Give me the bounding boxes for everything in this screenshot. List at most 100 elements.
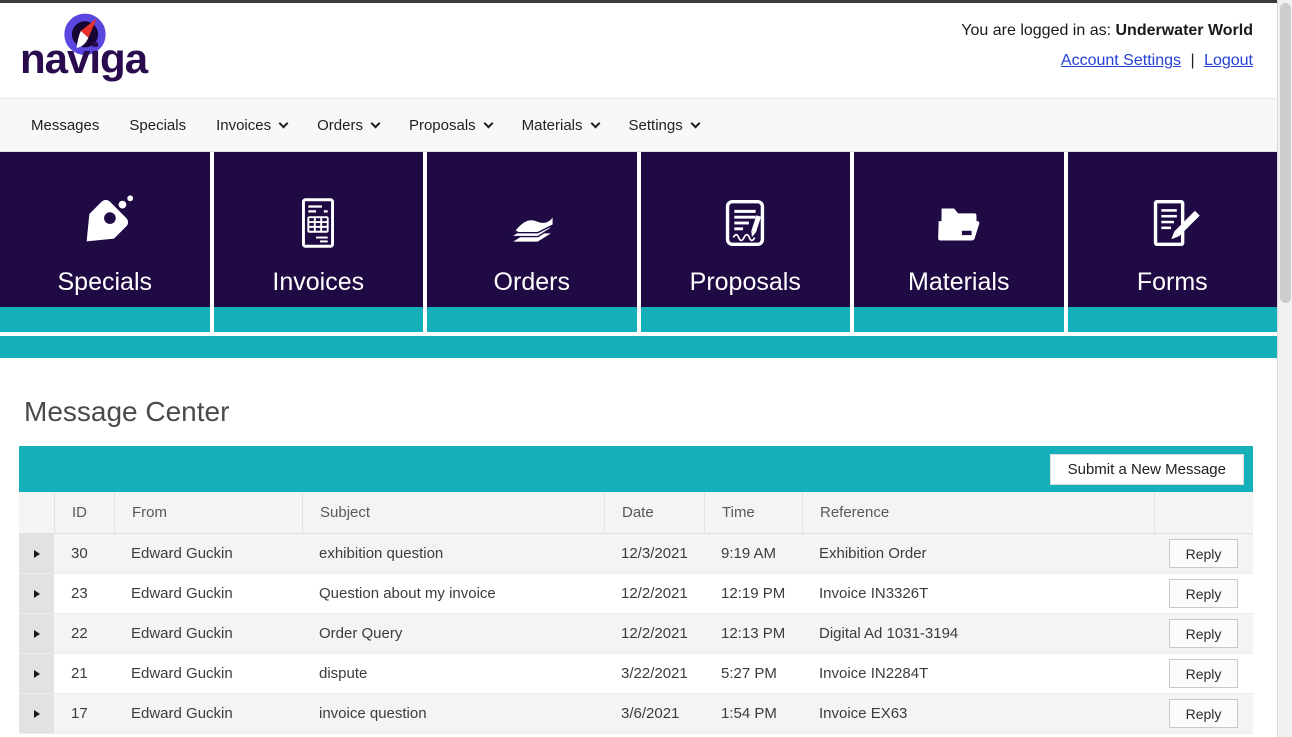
portal-page: naviga You are logged in as: Underwater … [0, 3, 1277, 734]
nav-item-label: Invoices [216, 117, 271, 134]
tile-label: Invoices [272, 268, 364, 307]
reply-button[interactable]: Reply [1169, 579, 1239, 608]
tile-invoices[interactable]: Invoices [214, 152, 424, 332]
message-center-section: Message Center Submit a New Message ID F… [19, 396, 1253, 734]
tile-label: Proposals [690, 268, 801, 307]
logo-wordmark: naviga [20, 35, 147, 83]
message-toolbar: Submit a New Message [19, 446, 1253, 492]
nav-item-label: Messages [31, 117, 99, 134]
tile-accent-strip [641, 307, 851, 332]
reply-button[interactable]: Reply [1169, 539, 1239, 568]
expand-row-button[interactable] [19, 654, 54, 693]
tile-label: Specials [58, 268, 153, 307]
message-row: 30 Edward Guckin exhibition question 12/… [19, 534, 1253, 574]
header-cell-subject[interactable]: Subject [302, 492, 604, 533]
quick-tiles: Specials Invoices Orders [0, 152, 1277, 332]
login-status-label: You are logged in as: [961, 22, 1111, 39]
nav-item-label: Specials [129, 117, 186, 134]
naviga-logo[interactable]: naviga [18, 5, 178, 98]
cell-reference: Exhibition Order [802, 534, 1154, 573]
header-cell-date[interactable]: Date [604, 492, 704, 533]
cell-subject: Question about my invoice [302, 574, 604, 613]
form-pencil-icon [1141, 192, 1203, 254]
nav-menu: Messages Specials Invoices Orders Propos… [0, 98, 1277, 152]
expand-row-button[interactable] [19, 534, 54, 573]
message-row: 17 Edward Guckin invoice question 3/6/20… [19, 694, 1253, 734]
cell-subject: exhibition question [302, 534, 604, 573]
tile-accent-strip [1068, 307, 1278, 332]
tile-materials[interactable]: Materials [854, 152, 1064, 332]
submit-new-message-button[interactable]: Submit a New Message [1050, 454, 1244, 485]
header-cell-time[interactable]: Time [704, 492, 802, 533]
nav-item-materials[interactable]: Materials [507, 99, 614, 151]
cell-time: 1:54 PM [704, 694, 802, 733]
scrollbar[interactable] [1277, 0, 1292, 737]
chevron-down-icon [371, 118, 381, 128]
chevron-down-icon [690, 118, 700, 128]
scrollbar-thumb[interactable] [1280, 3, 1291, 303]
login-info: You are logged in as: Underwater World A… [961, 17, 1253, 77]
nav-item-proposals[interactable]: Proposals [394, 99, 507, 151]
cell-date: 3/6/2021 [604, 694, 704, 733]
cell-date: 12/3/2021 [604, 534, 704, 573]
tile-specials[interactable]: Specials [0, 152, 210, 332]
cell-subject: dispute [302, 654, 604, 693]
messages-table: ID From Subject Date Time Reference 30 E… [19, 492, 1253, 734]
cell-subject: Order Query [302, 614, 604, 653]
expand-row-button[interactable] [19, 574, 54, 613]
message-row: 23 Edward Guckin Question about my invoi… [19, 574, 1253, 614]
header-cell-actions [1154, 492, 1253, 533]
chevron-down-icon [279, 118, 289, 128]
nav-item-label: Proposals [409, 117, 476, 134]
account-settings-link[interactable]: Account Settings [1061, 52, 1181, 69]
cell-id: 30 [54, 534, 114, 573]
cell-from: Edward Guckin [114, 614, 302, 653]
tag-icon [74, 192, 136, 254]
expand-arrow-icon [34, 590, 40, 598]
reply-button[interactable]: Reply [1169, 699, 1239, 728]
login-status: You are logged in as: Underwater World [961, 17, 1253, 45]
tile-forms[interactable]: Forms [1068, 152, 1278, 332]
nav-item-specials[interactable]: Specials [114, 99, 201, 151]
nav-item-messages[interactable]: Messages [16, 99, 114, 151]
header-cell-from[interactable]: From [114, 492, 302, 533]
cell-reference: Invoice IN2284T [802, 654, 1154, 693]
nav-item-label: Materials [522, 117, 583, 134]
login-user-name: Underwater World [1116, 22, 1254, 39]
tile-proposals[interactable]: Proposals [641, 152, 851, 332]
folder-icon [928, 192, 990, 254]
reply-button[interactable]: Reply [1169, 659, 1239, 688]
reply-button[interactable]: Reply [1169, 619, 1239, 648]
cell-date: 12/2/2021 [604, 614, 704, 653]
expand-row-button[interactable] [19, 694, 54, 733]
tile-orders[interactable]: Orders [427, 152, 637, 332]
header-cell-id[interactable]: ID [54, 492, 114, 533]
cell-id: 21 [54, 654, 114, 693]
nav-item-orders[interactable]: Orders [302, 99, 394, 151]
site-header: naviga You are logged in as: Underwater … [0, 3, 1277, 98]
nav-item-invoices[interactable]: Invoices [201, 99, 302, 151]
expand-row-button[interactable] [19, 614, 54, 653]
cell-from: Edward Guckin [114, 694, 302, 733]
cell-from: Edward Guckin [114, 654, 302, 693]
cell-date: 3/22/2021 [604, 654, 704, 693]
nav-item-settings[interactable]: Settings [614, 99, 714, 151]
logout-link[interactable]: Logout [1204, 52, 1253, 69]
expand-arrow-icon [34, 670, 40, 678]
cell-time: 9:19 AM [704, 534, 802, 573]
tile-accent-strip [214, 307, 424, 332]
cell-from: Edward Guckin [114, 574, 302, 613]
tile-label: Orders [494, 268, 570, 307]
invoice-icon [287, 192, 349, 254]
nav-item-label: Orders [317, 117, 363, 134]
header-cell-reference[interactable]: Reference [802, 492, 1154, 533]
page-title: Message Center [24, 396, 1253, 428]
signed-document-icon [714, 192, 776, 254]
tile-label: Materials [908, 268, 1009, 307]
nav-item-label: Settings [629, 117, 683, 134]
teal-divider [0, 336, 1277, 358]
tile-label: Forms [1137, 268, 1208, 307]
cell-from: Edward Guckin [114, 534, 302, 573]
cell-date: 12/2/2021 [604, 574, 704, 613]
chevron-down-icon [483, 118, 493, 128]
